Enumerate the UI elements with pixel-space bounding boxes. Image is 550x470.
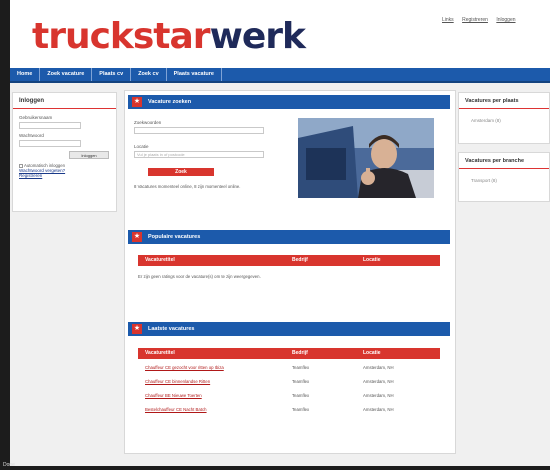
vacancy-company: Teamflex — [292, 393, 310, 398]
per-place-select[interactable]: Amsterdam (8) — [471, 118, 549, 123]
login-panel: Inloggen Gebruikersnaam Wachtwoord Inlog… — [12, 92, 117, 212]
table-row: Chauffeur BE Nieuwe Toerten Teamflex Ams… — [138, 392, 440, 400]
location-input[interactable]: Vul je plaats in of postcode — [134, 151, 264, 158]
vacancy-title-link[interactable]: Chauffeur BE Nieuwe Toerten — [145, 392, 202, 400]
password-input[interactable] — [19, 140, 81, 147]
search-header: ★ Vacature zoeken — [128, 95, 450, 109]
star-icon: ★ — [132, 232, 142, 242]
keyword-label: Zoekwoorden — [134, 120, 162, 125]
popular-table-header: Vacaturetitel Bedrijf Locatie — [138, 255, 440, 266]
table-row: Chauffeur CE binnenlandse Ritten Teamfle… — [138, 378, 440, 386]
col-title: Vacaturetitel — [145, 350, 175, 356]
per-branch-select[interactable]: Transport (8) — [471, 178, 549, 183]
vacancy-location: Amsterdam, NH — [363, 365, 394, 370]
latest-table-header: Vacaturetitel Bedrijf Locatie — [138, 348, 440, 359]
table-row: Chauffeur CE gezocht voor ritten op Ibiz… — [138, 364, 440, 372]
nav-plaats-cv[interactable]: Plaats cv — [92, 68, 132, 81]
nav-plaats-vacature[interactable]: Plaats vacature — [167, 68, 222, 81]
star-icon: ★ — [132, 324, 142, 334]
per-branch-panel: Vacatures per branche Transport (8) — [458, 152, 550, 202]
col-company: Bedrijf — [292, 350, 308, 356]
page: truckstarwerk Links Registreren Inloggen… — [10, 0, 550, 466]
col-company: Bedrijf — [292, 257, 308, 263]
col-location: Locatie — [363, 257, 381, 263]
search-form: Zoekwoorden Locatie Vul je plaats in of … — [134, 116, 274, 190]
vacancy-company: Teamflex — [292, 379, 310, 384]
vacancy-title-link[interactable]: Chauffeur CE binnenlandse Ritten — [145, 378, 210, 386]
top-link-links[interactable]: Links — [442, 17, 454, 23]
nav-zoek-cv[interactable]: Zoek cv — [131, 68, 167, 81]
username-input[interactable] — [19, 122, 81, 129]
top-link-login[interactable]: Inloggen — [496, 17, 515, 23]
site-header: truckstarwerk Links Registreren Inloggen — [10, 0, 550, 68]
vacancy-title-link[interactable]: Chauffeur CE gezocht voor ritten op Ibiz… — [145, 364, 224, 372]
col-location: Locatie — [363, 350, 381, 356]
per-place-panel: Vacatures per plaats Amsterdam (8) — [458, 92, 550, 144]
vacancy-company: Teamflex — [292, 365, 310, 370]
site-logo[interactable]: truckstarwerk — [32, 16, 306, 57]
per-place-title: Vacatures per plaats — [459, 93, 549, 109]
top-links: Links Registreren Inloggen — [442, 17, 523, 23]
latest-header: ★ Laatste vacatures — [128, 322, 450, 336]
col-title: Vacaturetitel — [145, 257, 175, 263]
logo-text-werk: werk — [209, 16, 306, 57]
nav-zoek-vacature[interactable]: Zoek vacature — [40, 68, 93, 81]
vacancy-location: Amsterdam, NH — [363, 393, 394, 398]
search-title: Vacature zoeken — [148, 99, 192, 105]
browser-status-bar: Done — [3, 462, 15, 468]
keyword-input[interactable] — [134, 127, 264, 134]
vacancy-count: 8 Vacatures momenteel online, 8 zijn mom… — [134, 184, 241, 189]
truck-driver-photo — [298, 118, 434, 198]
popular-empty-text: Er zijn geen ratings voor de vacature(s)… — [138, 274, 261, 279]
username-label: Gebruikersnaam — [19, 115, 53, 120]
register-link[interactable]: Registreren — [19, 173, 110, 178]
per-branch-title: Vacatures per branche — [459, 153, 549, 169]
logo-text-truckstar: truckstar — [32, 16, 211, 57]
popular-header: ★ Populaire vacatures — [128, 230, 450, 244]
main-nav: Home Zoek vacature Plaats cv Zoek cv Pla… — [10, 68, 550, 83]
vacancy-company: Teamflex — [292, 407, 310, 412]
nav-home[interactable]: Home — [10, 68, 41, 81]
vacancy-location: Amsterdam, NH — [363, 407, 394, 412]
top-link-register[interactable]: Registreren — [462, 17, 488, 23]
vacancy-title-link[interactable]: Bestelchauffeur CE Nacht Batch — [145, 406, 207, 414]
popular-title: Populaire vacatures — [148, 234, 201, 240]
star-icon: ★ — [132, 97, 142, 107]
password-label: Wachtwoord — [19, 133, 44, 138]
vacancy-location: Amsterdam, NH — [363, 379, 394, 384]
login-title: Inloggen — [13, 93, 116, 109]
table-row: Bestelchauffeur CE Nacht Batch Teamflex … — [138, 406, 440, 414]
login-button[interactable]: Inloggen — [69, 151, 109, 159]
latest-title: Laatste vacatures — [148, 326, 195, 332]
search-button[interactable]: Zoek — [148, 168, 214, 176]
hero-photo — [298, 118, 434, 198]
location-label: Locatie — [134, 144, 149, 149]
